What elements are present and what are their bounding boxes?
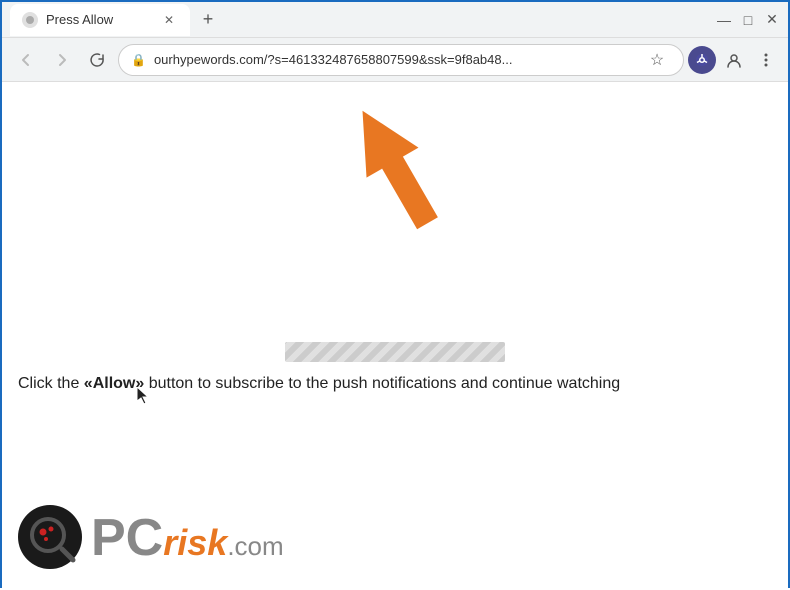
instruction-prefix: Click the [18, 375, 84, 392]
risk-text: risk [163, 522, 227, 564]
pcrisk-text-group: PC risk .com [91, 512, 284, 564]
instruction-suffix: button to subscribe to the push notifica… [144, 375, 620, 392]
close-window-button[interactable]: ✕ [764, 12, 780, 28]
pcrisk-watermark: PC risk .com [18, 505, 284, 570]
tab-favicon [22, 12, 38, 28]
minimize-button[interactable]: — [716, 12, 732, 28]
loading-progress-bar [285, 342, 505, 362]
window-controls: — □ ✕ [716, 12, 780, 28]
chrome-menu-button[interactable] [752, 46, 780, 74]
chrome-extension-icon[interactable] [688, 46, 716, 74]
pcrisk-logo [18, 505, 83, 570]
lock-icon: 🔒 [131, 53, 146, 67]
title-bar: Press Allow ✕ + — □ ✕ [2, 2, 788, 38]
main-content: Click the «Allow» button to subscribe to… [2, 82, 788, 590]
navigation-bar: 🔒 ourhypewords.com/?s=461332487658807599… [2, 38, 788, 82]
orange-arrow-indicator [335, 102, 455, 237]
instruction-text: Click the «Allow» button to subscribe to… [18, 372, 772, 396]
instruction-allow-bold: «Allow» [84, 375, 144, 392]
profile-icon[interactable] [720, 46, 748, 74]
bookmark-star-icon[interactable]: ☆ [643, 46, 671, 74]
pc-text: PC [91, 512, 163, 564]
maximize-button[interactable]: □ [740, 12, 756, 28]
tab-close-button[interactable]: ✕ [160, 11, 178, 29]
url-text: ourhypewords.com/?s=461332487658807599&s… [154, 52, 635, 67]
new-tab-button[interactable]: + [194, 6, 222, 34]
dotcom-text: .com [227, 531, 283, 562]
tab-title: Press Allow [46, 12, 113, 27]
address-bar[interactable]: 🔒 ourhypewords.com/?s=461332487658807599… [118, 44, 684, 76]
back-button[interactable] [10, 44, 42, 76]
forward-button[interactable] [46, 44, 78, 76]
browser-tab[interactable]: Press Allow ✕ [10, 4, 190, 36]
reload-stop-button[interactable] [82, 44, 114, 76]
